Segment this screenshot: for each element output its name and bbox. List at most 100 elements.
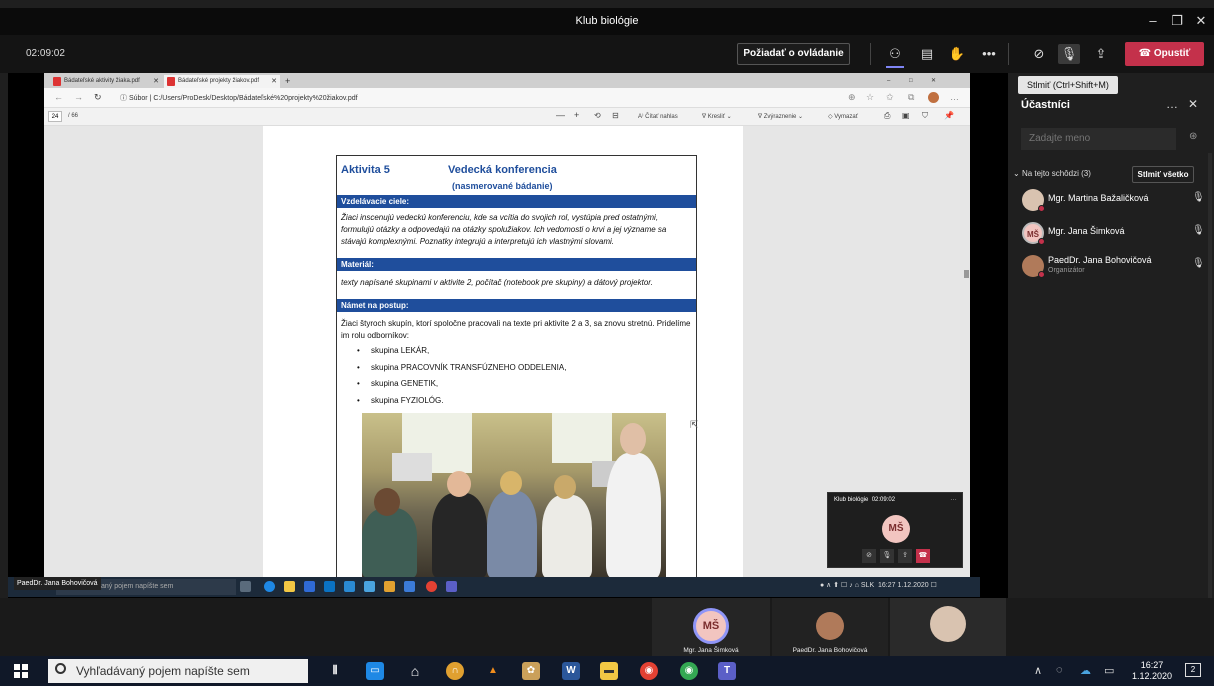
minimize-icon[interactable]: – — [1142, 13, 1164, 28]
notification-icon[interactable]: 2 — [1185, 663, 1201, 677]
video-tile[interactable]: PaedDr. Jana Bohovičová — [772, 598, 888, 656]
request-control-button[interactable]: Požiadať o ovládanie — [737, 43, 850, 65]
profile-avatar[interactable] — [928, 92, 939, 103]
erase-button[interactable]: ◇ Vymazať — [828, 113, 858, 120]
new-tab-icon[interactable]: + — [282, 75, 296, 88]
vlc-icon[interactable]: ▲ — [484, 662, 502, 680]
windows-start-icon[interactable] — [14, 664, 28, 678]
meeting-mini-window[interactable]: Klub biológie 02:09:02 … MŠ ⊘ 🎙 ⇪ ☎ — [827, 492, 963, 568]
hang-up-icon[interactable]: ☎ — [916, 549, 930, 563]
more-options-icon[interactable]: … — [1166, 97, 1178, 111]
invite-icon[interactable]: ⊛ — [1189, 131, 1197, 142]
participant-row[interactable]: Mgr. Martina Bažaličková 🎙 — [1020, 187, 1205, 215]
taskbar-clock[interactable]: 16:27 1.12.2020 — [1130, 660, 1174, 682]
browser-tab[interactable]: Bádateľské aktivity žiaka.pdf ✕ — [50, 75, 162, 88]
save-as-icon[interactable]: ⛉ — [922, 111, 928, 121]
material-header: Materiál: — [337, 258, 696, 271]
photo-person — [542, 495, 592, 578]
phone-icon: ☎ — [1138, 48, 1154, 59]
draw-button[interactable]: ∇ Kresliť ⌄ — [702, 113, 732, 120]
headset-icon[interactable]: ∩ — [446, 662, 464, 680]
mini-more-icon[interactable]: … — [950, 495, 957, 502]
zoom-in-icon[interactable]: + — [574, 110, 579, 120]
collections-icon[interactable]: ⧉ — [908, 92, 914, 103]
mini-window-title: Klub biológie 02:09:02 — [834, 497, 895, 503]
video-tile[interactable]: MŠ Mgr. Jana Šimková — [652, 598, 770, 656]
share-screen-icon[interactable]: ⇪ — [898, 549, 912, 563]
participant-row[interactable]: PaedDr. Jana Bohovičová Organizátor 🎙 — [1020, 253, 1205, 281]
app-icon[interactable]: ✿ — [522, 662, 540, 680]
info-icon: ⓘ — [120, 95, 129, 102]
print-icon[interactable]: ⎙ — [884, 111, 890, 121]
camera-off-icon[interactable]: ⊘ — [1028, 44, 1050, 64]
chrome-icon[interactable]: ◉ — [680, 662, 698, 680]
maximize-icon[interactable]: ❐ — [1166, 13, 1188, 29]
task-view-icon[interactable]: ⫼ — [326, 662, 344, 680]
read-aloud-label: Čítať nahlas — [645, 114, 678, 120]
microphone-icon[interactable]: 🎙 — [1192, 258, 1205, 269]
pdf-icon — [167, 77, 175, 86]
favorites-icon[interactable]: ✩ — [886, 92, 894, 103]
teams-icon[interactable]: T — [718, 662, 736, 680]
battery-icon[interactable]: ▭ — [1104, 664, 1114, 677]
camera-off-icon[interactable]: ⊘ — [862, 549, 876, 563]
word-icon[interactable]: W — [562, 662, 580, 680]
onedrive-icon[interactable]: ☁ — [1080, 664, 1091, 677]
read-aloud-button[interactable]: A⁾ Čítať nahlas — [638, 113, 678, 120]
zoom-icon[interactable]: ⊕ — [848, 92, 856, 103]
avatar: MŠ — [693, 608, 729, 644]
page-number-input[interactable]: 24 — [48, 111, 62, 122]
task-view-icon — [240, 581, 251, 592]
raise-hand-icon[interactable]: ✋ — [946, 44, 968, 64]
browser-minimize-icon[interactable]: – — [884, 75, 898, 88]
microphone-icon[interactable]: 🎙 — [1058, 44, 1080, 64]
mute-all-button[interactable]: Stlmiť všetko — [1132, 166, 1194, 183]
home-icon[interactable]: ⌂ — [406, 662, 424, 680]
browser-close-icon[interactable]: ✕ — [928, 75, 942, 88]
pin-icon[interactable]: 📌 — [944, 111, 954, 120]
meeting-toolbar: 02:09:02 Požiadať o ovládanie ⚇ ▤ ✋ ••• … — [0, 35, 1214, 73]
toolbar-divider — [870, 43, 871, 65]
shared-clock-date: 1.12.2020 — [897, 582, 929, 589]
section-header[interactable]: ⌄ Na tejto schôdzi (3) — [1013, 169, 1091, 178]
fit-page-icon[interactable]: ⊟ — [612, 111, 619, 120]
panel-scrollbar[interactable] — [1208, 153, 1212, 598]
microphone-icon[interactable]: 🎙 — [1192, 225, 1205, 236]
address-field[interactable]: ⓘ Súbor | C:/Users/ProDesk/Desktop/Bádat… — [120, 93, 358, 103]
microphone-icon[interactable]: 🎙 — [880, 549, 894, 563]
video-tile[interactable] — [890, 598, 1006, 656]
favorite-icon[interactable]: ☆ — [866, 92, 874, 103]
browser-maximize-icon[interactable]: □ — [906, 75, 920, 88]
share-screen-icon[interactable]: ⇪ — [1090, 44, 1112, 64]
photo-person — [606, 453, 661, 578]
back-icon[interactable]: ← — [54, 92, 63, 102]
close-icon[interactable]: ✕ — [1188, 97, 1198, 111]
zoom-out-icon[interactable]: — — [556, 110, 565, 120]
taskbar-search-input[interactable]: Vyhľadávaný pojem napíšte sem — [48, 659, 308, 683]
file-explorer-icon[interactable]: ▬ — [600, 662, 618, 680]
chat-icon[interactable]: ▤ — [916, 44, 938, 64]
close-icon[interactable]: ✕ — [1190, 13, 1212, 29]
close-tab-icon[interactable]: ✕ — [153, 75, 159, 88]
participant-row[interactable]: MŠ Mgr. Jana Šimková 🎙 — [1020, 220, 1205, 248]
leave-button[interactable]: ☎ Opustiť — [1125, 42, 1204, 66]
highlight-button[interactable]: ∇ Zvýraznenie ⌄ — [758, 113, 803, 120]
forward-icon[interactable]: → — [74, 92, 83, 102]
participant-search-input[interactable] — [1021, 128, 1176, 150]
chrome-icon[interactable]: ◉ — [640, 662, 658, 680]
refresh-icon[interactable]: ↻ — [94, 92, 102, 103]
photo-person — [374, 488, 400, 516]
browser-tab-active[interactable]: Bádateľské projekty žiakov.pdf ✕ — [164, 75, 280, 88]
microphone-icon[interactable]: 🎙 — [1192, 192, 1205, 203]
network-icon[interactable]: ◌ — [1056, 664, 1063, 676]
save-icon[interactable]: ▣ — [902, 111, 910, 120]
app-icon[interactable]: ▭ — [366, 662, 384, 680]
close-tab-icon[interactable]: ✕ — [271, 75, 277, 88]
pdf-scrollbar-thumb[interactable] — [964, 270, 969, 278]
rotate-icon[interactable]: ⟲ — [594, 111, 601, 120]
tray-chevron-icon[interactable]: ∧ — [1034, 664, 1042, 677]
mail-icon — [324, 581, 335, 592]
more-options-icon[interactable]: ••• — [978, 44, 1000, 64]
participants-icon[interactable]: ⚇ — [884, 44, 906, 64]
browser-menu-icon[interactable]: … — [950, 92, 959, 102]
